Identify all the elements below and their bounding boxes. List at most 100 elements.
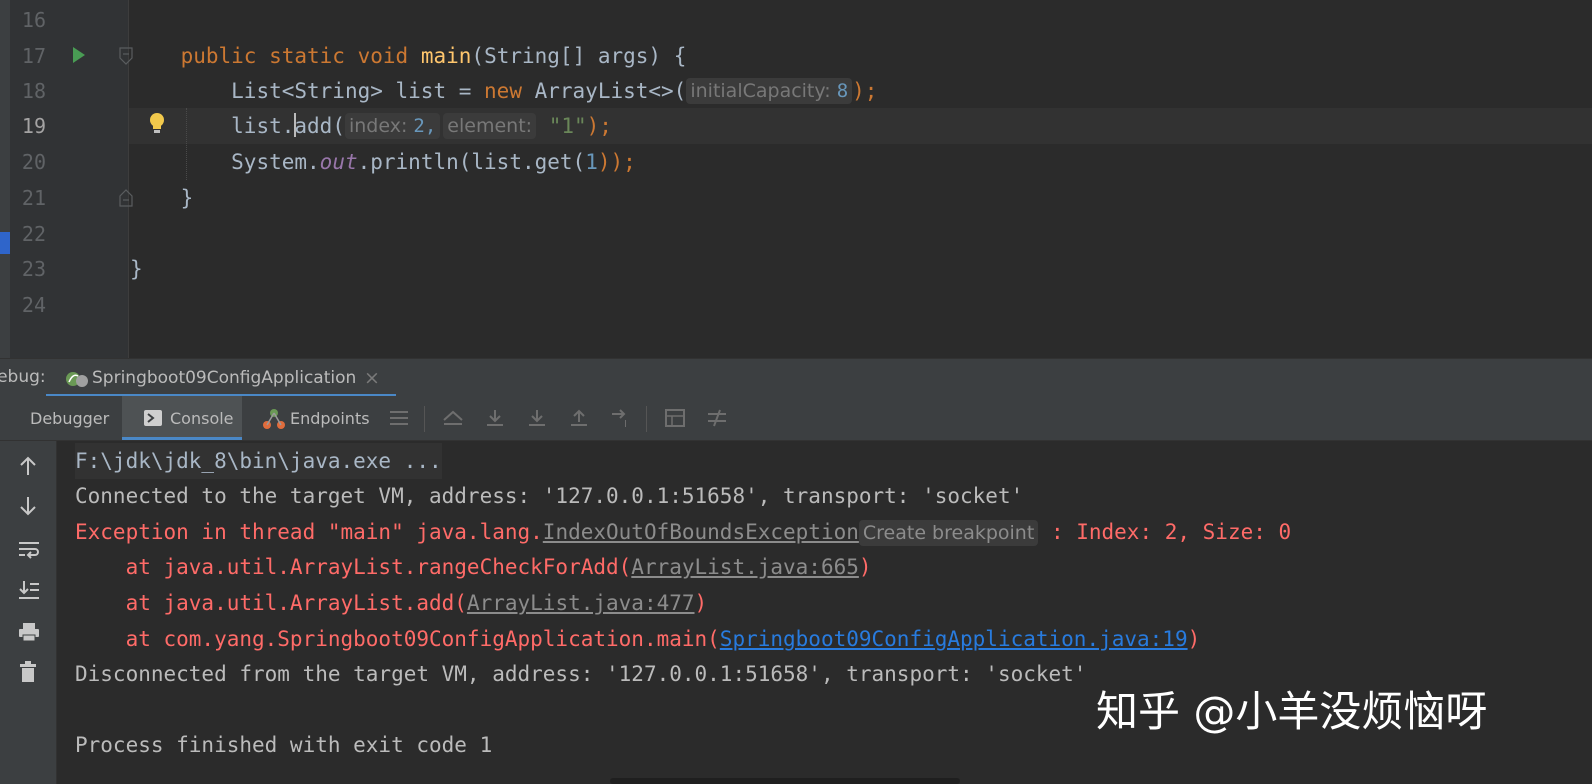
watermark: 知乎 @小羊没烦恼呀 bbox=[1096, 687, 1488, 736]
trace-suffix: ) bbox=[694, 591, 708, 615]
method-call: add bbox=[294, 114, 333, 138]
trace-icon[interactable] bbox=[706, 408, 728, 428]
trace-suffix: ) bbox=[1187, 627, 1201, 651]
code-text: ); bbox=[586, 114, 612, 138]
hint-label: initialCapacity: bbox=[690, 80, 831, 102]
stack-trace-line: at java.util.ArrayList.add(ArrayList.jav… bbox=[75, 585, 708, 621]
toolbar-separator bbox=[424, 406, 425, 432]
exception-line: Exception in thread "main" java.lang.Ind… bbox=[75, 514, 1291, 550]
code-text: ArrayList<>( bbox=[521, 79, 687, 103]
keyword: public bbox=[180, 44, 257, 68]
code-text: } bbox=[130, 257, 143, 281]
print-icon[interactable] bbox=[18, 621, 40, 643]
run-config-tab[interactable]: Springboot09ConfigApplication × bbox=[46, 359, 396, 397]
string-literal: "1" bbox=[548, 114, 587, 138]
method-name: main bbox=[420, 44, 472, 68]
trace-prefix: at com.yang.Springboot09ConfigApplicatio… bbox=[75, 627, 720, 651]
line-number: 24 bbox=[21, 293, 46, 317]
code-line-23[interactable]: } bbox=[130, 251, 143, 287]
run-to-cursor-icon[interactable]: I bbox=[610, 408, 634, 428]
line-number: 22 bbox=[21, 222, 46, 246]
run-config-name: Springboot09ConfigApplication bbox=[92, 368, 357, 388]
code-text: (String[] args) { bbox=[471, 44, 687, 68]
code-editor[interactable]: 16 17 18 19 20 21 22 23 24 public static… bbox=[0, 0, 1592, 358]
console-line: Process finished with exit code 1 bbox=[75, 733, 493, 757]
line-number: 20 bbox=[21, 150, 46, 174]
trace-prefix: at java.util.ArrayList.add( bbox=[75, 591, 467, 615]
tab-debugger[interactable]: Debugger bbox=[0, 396, 118, 440]
code-text: ( bbox=[332, 114, 345, 138]
param-hint: element: bbox=[443, 113, 537, 139]
trash-icon[interactable] bbox=[18, 661, 38, 683]
code-text: List<String> list = bbox=[231, 79, 485, 103]
source-link[interactable]: ArrayList.java:665 bbox=[631, 555, 859, 579]
tab-console[interactable]: Console bbox=[122, 396, 242, 440]
param-hint: initialCapacity: 8 bbox=[686, 78, 853, 104]
code-line-20[interactable]: System.out.println(list.get(1)); bbox=[130, 144, 636, 180]
menu-icon[interactable] bbox=[388, 408, 410, 428]
up-arrow-icon[interactable] bbox=[18, 455, 38, 477]
debug-tool-window-header: Debug: Springboot09ConfigApplication × bbox=[0, 358, 1592, 397]
console-side-toolbar bbox=[0, 441, 57, 784]
trace-prefix: at java.util.ArrayList.rangeCheckForAdd( bbox=[75, 555, 632, 579]
stack-trace-line: at com.yang.Springboot09ConfigApplicatio… bbox=[75, 621, 1201, 657]
keyword: new bbox=[484, 79, 522, 103]
exception-class-link[interactable]: IndexOutOfBoundsException bbox=[543, 520, 859, 544]
exception-prefix: Exception in thread "main" java.lang. bbox=[75, 520, 543, 544]
spring-icon bbox=[66, 372, 88, 387]
console-line: Disconnected from the target VM, address… bbox=[75, 662, 1087, 686]
debug-label: Debug: bbox=[0, 367, 46, 387]
source-link[interactable]: Springboot09ConfigApplication.java:19 bbox=[720, 627, 1188, 651]
close-icon[interactable]: × bbox=[364, 367, 380, 389]
project-selection-marker bbox=[0, 232, 10, 254]
down-arrow-icon[interactable] bbox=[18, 495, 38, 517]
code-line-21[interactable]: } bbox=[130, 180, 194, 216]
show-execution-point-icon[interactable] bbox=[442, 408, 464, 428]
soft-wrap-icon[interactable] bbox=[18, 539, 40, 561]
hint-label: index: bbox=[348, 115, 408, 137]
tab-endpoints[interactable]: Endpoints bbox=[256, 396, 376, 440]
code-text: ); bbox=[852, 79, 878, 103]
code-line-19[interactable]: list.add(index: 2, element: "1"); bbox=[130, 108, 612, 144]
toolbar-separator bbox=[646, 406, 647, 432]
console-line: Connected to the target VM, address: '12… bbox=[75, 484, 1024, 508]
line-number: 23 bbox=[21, 257, 46, 281]
code-text: )); bbox=[597, 150, 636, 174]
step-out-icon[interactable] bbox=[568, 408, 590, 428]
scroll-end-icon[interactable] bbox=[18, 579, 40, 601]
code-text: list. bbox=[231, 114, 295, 138]
source-link[interactable]: ArrayList.java:477 bbox=[467, 591, 695, 615]
code-text: } bbox=[180, 186, 194, 210]
tab-label: Console bbox=[170, 409, 234, 428]
hint-value: 2, bbox=[413, 115, 437, 137]
create-breakpoint-hint[interactable]: Create breakpoint bbox=[858, 520, 1039, 546]
line-number: 19 bbox=[21, 114, 46, 138]
code-line-17[interactable]: public static void main(String[] args) { bbox=[130, 38, 687, 74]
hint-label: element: bbox=[447, 115, 533, 137]
stack-trace-line: at java.util.ArrayList.rangeCheckForAdd(… bbox=[75, 549, 872, 585]
hint-value: 8 bbox=[836, 80, 849, 102]
keyword: static bbox=[269, 44, 345, 68]
line-number: 16 bbox=[21, 8, 46, 32]
run-icon[interactable] bbox=[72, 46, 86, 64]
editor-gutter[interactable]: 16 17 18 19 20 21 22 23 24 bbox=[10, 0, 129, 358]
param-hint: index: 2, bbox=[344, 113, 441, 139]
debug-toolbar: Debugger Console Endpoints I bbox=[0, 396, 1592, 441]
svg-text:I: I bbox=[624, 419, 627, 428]
code-line-18[interactable]: List<String> list = new ArrayList<>(init… bbox=[130, 73, 877, 109]
line-number: 18 bbox=[21, 79, 46, 103]
tab-underline bbox=[122, 437, 242, 440]
horizontal-scrollbar[interactable] bbox=[610, 778, 960, 784]
code-text: .println(list.get( bbox=[357, 150, 586, 174]
code-text: System. bbox=[231, 150, 320, 174]
static-field: out bbox=[319, 150, 358, 174]
line-number: 21 bbox=[21, 186, 46, 210]
project-panel-edge bbox=[0, 0, 10, 358]
step-into-icon[interactable] bbox=[526, 408, 548, 428]
evaluate-icon[interactable] bbox=[664, 408, 686, 428]
step-over-icon[interactable] bbox=[484, 408, 506, 428]
endpoints-icon bbox=[263, 409, 285, 429]
line-number: 17 bbox=[21, 44, 46, 68]
console-command-line[interactable]: F:\jdk\jdk_8\bin\java.exe ... bbox=[75, 443, 442, 479]
tab-label: Debugger bbox=[30, 409, 110, 428]
